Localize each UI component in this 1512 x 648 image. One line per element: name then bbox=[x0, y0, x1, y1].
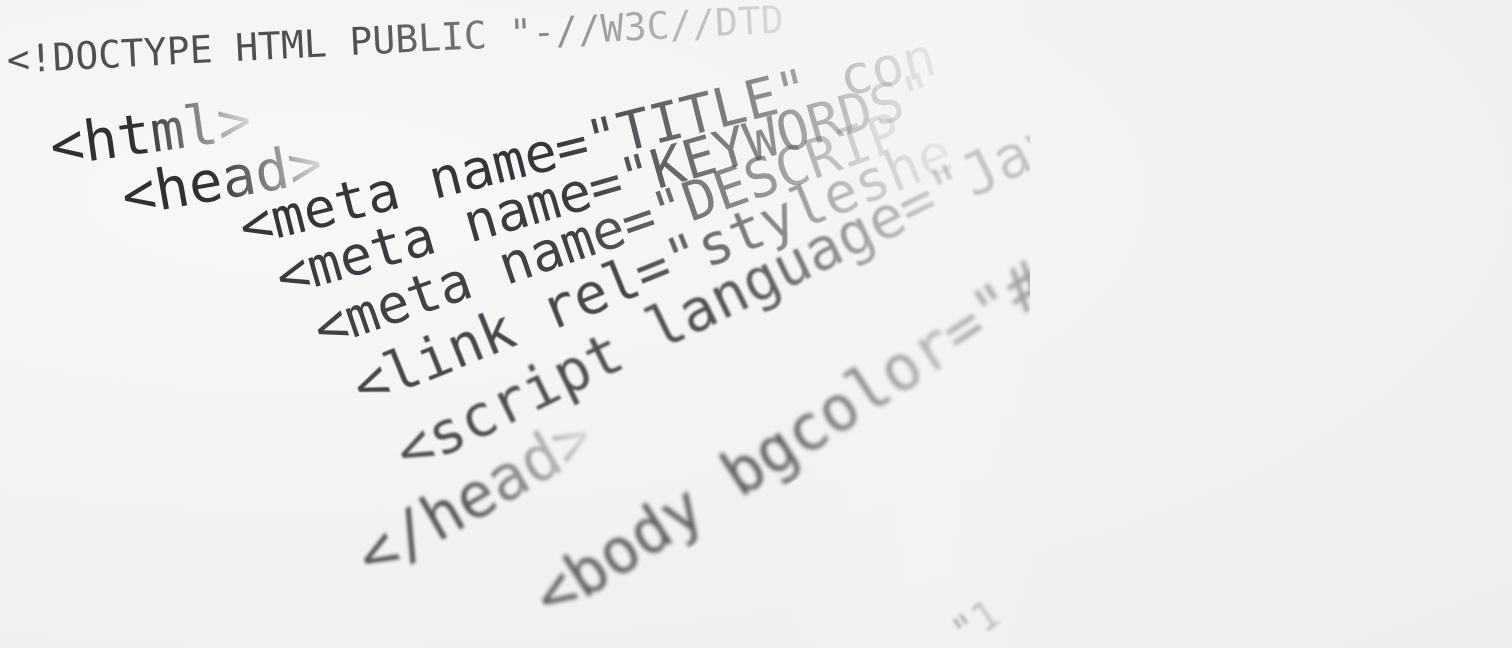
html-source-code: <!DOCTYPE HTML PUBLIC "-//W3C//DTD <html… bbox=[0, 0, 1030, 648]
doctype-line: <!DOCTYPE HTML PUBLIC "-//W3C//DTD bbox=[5, 0, 785, 82]
code-photo: <!DOCTYPE HTML PUBLIC "-//W3C//DTD <html… bbox=[0, 0, 1512, 648]
attribute-fragment: "1 bbox=[943, 590, 1010, 648]
